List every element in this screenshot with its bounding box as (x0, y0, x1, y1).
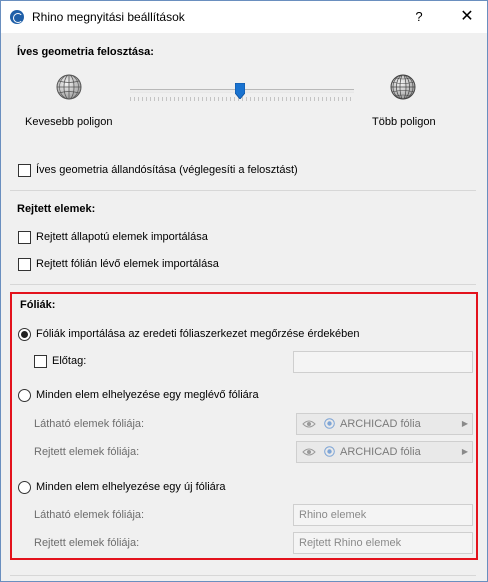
visible-layer-label: Látható elemek fóliája: (34, 418, 145, 430)
chevron-right-icon: ▶ (461, 419, 468, 428)
less-polygon-label: Kevesebb poligon (25, 116, 113, 128)
title-bar: Rhino megnyitási beállítások ? ✕ (1, 1, 487, 33)
import-hidden-state-checkbox[interactable] (18, 231, 31, 244)
new-hidden-layer-label: Rejtett elemek fóliája: (34, 537, 140, 549)
more-polygon-label: Több poligon (372, 116, 436, 128)
dialog-window: Rhino megnyitási beállítások ? ✕ Íves ge… (0, 0, 488, 582)
new-visible-layer-label: Látható elemek fóliája: (34, 509, 145, 521)
hidden-layer-dropdown[interactable]: ARCHICAD fólia ▶ (296, 441, 473, 463)
chevron-right-icon: ▶ (461, 447, 468, 456)
visible-layer-value: ARCHICAD fólia (340, 418, 421, 430)
archicad-icon (10, 10, 24, 24)
separator (10, 190, 476, 191)
separator (10, 575, 476, 576)
existing-layer-label: Minden elem elhelyezése egy meglévő fóli… (36, 389, 259, 401)
import-hidden-state-label: Rejtett állapotú elemek importálása (36, 231, 208, 243)
new-layer-radio[interactable] (18, 481, 31, 494)
keep-structure-label: Fóliák importálása az eredeti fóliaszerk… (36, 328, 360, 340)
separator (10, 284, 476, 285)
hidden-elements-heading: Rejtett elemek: (17, 203, 96, 215)
hidden-layer-value: ARCHICAD fólia (340, 446, 421, 458)
existing-layer-radio[interactable] (18, 389, 31, 402)
help-button[interactable]: ? (403, 5, 435, 29)
keep-structure-radio[interactable] (18, 328, 31, 341)
curved-geometry-heading: Íves geometria felosztása: (17, 46, 154, 58)
window-title: Rhino megnyitási beállítások (32, 10, 185, 24)
layers-heading: Fóliák: (20, 299, 56, 311)
target-icon (324, 418, 335, 429)
slider-thumb[interactable] (234, 83, 245, 99)
import-hidden-layer-label: Rejtett fólián lévő elemek importálása (36, 258, 219, 270)
globe-icon (56, 74, 82, 100)
visible-layer-dropdown[interactable]: ARCHICAD fólia ▶ (296, 413, 473, 435)
new-hidden-layer-input[interactable]: Rejtett Rhino elemek (293, 532, 473, 554)
prefix-checkbox[interactable] (34, 355, 47, 368)
close-button[interactable]: ✕ (451, 5, 483, 29)
keep-curved-checkbox[interactable] (18, 164, 31, 177)
hidden-layer-label: Rejtett elemek fóliája: (34, 446, 140, 458)
new-layer-label: Minden elem elhelyezése egy új fóliára (36, 481, 226, 493)
new-visible-layer-input[interactable]: Rhino elemek (293, 504, 473, 526)
eye-icon (302, 420, 316, 428)
globe-icon (390, 74, 416, 100)
prefix-input[interactable] (293, 351, 473, 373)
eye-icon (302, 448, 316, 456)
target-icon (324, 446, 335, 457)
keep-curved-label: Íves geometria állandósítása (véglegesít… (36, 164, 298, 176)
import-hidden-layer-checkbox[interactable] (18, 258, 31, 271)
prefix-label: Előtag: (52, 355, 87, 367)
